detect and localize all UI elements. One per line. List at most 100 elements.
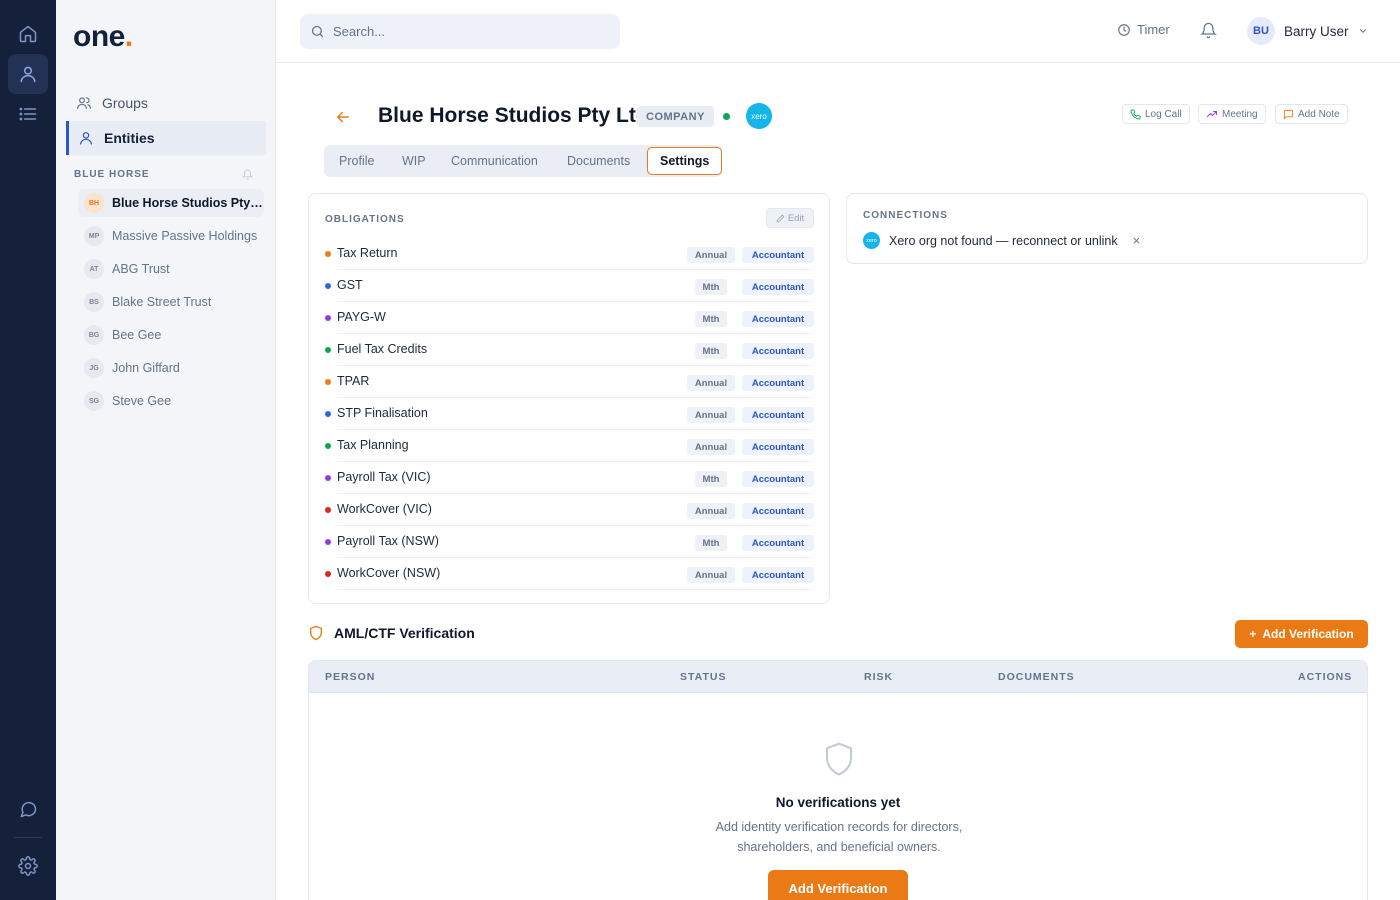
xero-logo-icon[interactable]: xero bbox=[746, 103, 772, 129]
obligation-color-dot bbox=[325, 571, 331, 577]
entity-item[interactable]: BG Bee Gee bbox=[78, 321, 264, 349]
obligation-name: Payroll Tax (VIC) bbox=[337, 470, 431, 484]
page-title: Blue Horse Studios Pty Ltd bbox=[378, 104, 649, 127]
assignee-role-badge: Accountant bbox=[742, 439, 814, 455]
close-icon[interactable]: × bbox=[1133, 233, 1141, 248]
back-arrow-icon[interactable] bbox=[334, 108, 352, 126]
obligation-row[interactable]: PAYG-W Mth Accountant bbox=[325, 302, 814, 334]
assignee-role-badge: Accountant bbox=[742, 311, 814, 327]
sidebar-item-entities[interactable]: Entities bbox=[66, 121, 266, 155]
add-verification-button[interactable]: + Add Verification bbox=[1235, 620, 1368, 648]
assignee-role-badge: Accountant bbox=[742, 279, 814, 295]
log-call-button[interactable]: Log Call bbox=[1122, 104, 1190, 124]
frequency-badge: Annual bbox=[687, 503, 735, 519]
column-header-person[interactable]: PERSON bbox=[325, 671, 375, 683]
tab-communication[interactable]: Communication bbox=[451, 145, 538, 177]
obligation-color-dot bbox=[325, 283, 331, 289]
add-note-button[interactable]: Add Note bbox=[1275, 104, 1348, 124]
obligation-row[interactable]: Payroll Tax (NSW) Mth Accountant bbox=[325, 526, 814, 558]
entities-rail-button[interactable] bbox=[8, 54, 48, 94]
edit-obligations-button[interactable]: Edit bbox=[766, 208, 814, 228]
obligations-title: OBLIGATIONS bbox=[325, 214, 405, 225]
assignee-role-badge: Accountant bbox=[742, 471, 814, 487]
empty-add-verification-button[interactable]: Add Verification bbox=[768, 870, 908, 900]
connections-title: CONNECTIONS bbox=[863, 210, 948, 221]
log-call-label: Log Call bbox=[1145, 108, 1182, 120]
column-header-risk[interactable]: RISK bbox=[864, 671, 893, 683]
edit-label: Edit bbox=[787, 212, 805, 224]
obligation-row[interactable]: WorkCover (NSW) Annual Accountant bbox=[325, 558, 814, 590]
bell-icon[interactable] bbox=[242, 169, 253, 180]
settings-rail-button[interactable] bbox=[8, 846, 48, 886]
list-rail-button[interactable] bbox=[8, 94, 48, 134]
obligation-color-dot bbox=[325, 507, 331, 513]
obligation-name: Fuel Tax Credits bbox=[337, 342, 428, 356]
obligation-color-dot bbox=[325, 539, 331, 545]
avatar: BU bbox=[1247, 17, 1275, 45]
obligation-row[interactable]: Fuel Tax Credits Mth Accountant bbox=[325, 334, 814, 366]
sidebar-item-groups[interactable]: Groups bbox=[66, 86, 266, 120]
user-menu[interactable]: BU Barry User bbox=[1247, 17, 1368, 45]
table-header: PERSON STATUS RISK DOCUMENTS ACTIONS bbox=[309, 661, 1367, 693]
obligation-name: Payroll Tax (NSW) bbox=[337, 534, 439, 548]
entity-item[interactable]: SG Steve Gee bbox=[78, 387, 264, 415]
frequency-badge: Mth bbox=[695, 343, 727, 359]
obligation-name: PAYG-W bbox=[337, 310, 386, 324]
entity-name: Blue Horse Studios Pty Ltd bbox=[112, 196, 264, 210]
entity-tabs: Profile WIP Communication Documents Sett… bbox=[324, 145, 723, 177]
obligation-name: Tax Planning bbox=[337, 438, 409, 452]
entity-avatar: MP bbox=[84, 226, 104, 246]
app-logo[interactable]: one. bbox=[73, 20, 133, 54]
assignee-role-badge: Accountant bbox=[742, 375, 814, 391]
home-rail-button[interactable] bbox=[8, 14, 48, 54]
connections-card: CONNECTIONS xero Xero org not found — re… bbox=[846, 193, 1368, 264]
chat-icon bbox=[18, 799, 38, 819]
obligation-color-dot bbox=[325, 475, 331, 481]
obligation-row[interactable]: WorkCover (VIC) Annual Accountant bbox=[325, 494, 814, 526]
obligation-row[interactable]: TPAR Annual Accountant bbox=[325, 366, 814, 398]
list-icon bbox=[18, 104, 38, 124]
clock-icon bbox=[1117, 23, 1131, 37]
trending-icon bbox=[1206, 108, 1218, 120]
assignee-role-badge: Accountant bbox=[742, 247, 814, 263]
frequency-badge: Mth bbox=[695, 535, 727, 551]
tab-wip[interactable]: WIP bbox=[402, 145, 426, 177]
tab-settings[interactable]: Settings bbox=[647, 147, 723, 175]
entity-avatar: BS bbox=[84, 292, 104, 312]
tab-documents[interactable]: Documents bbox=[567, 145, 630, 177]
entity-item[interactable]: AT ABG Trust bbox=[78, 255, 264, 283]
aml-section-title: AML/CTF Verification bbox=[308, 625, 475, 641]
assignee-role-badge: Accountant bbox=[742, 535, 814, 551]
meeting-button[interactable]: Meeting bbox=[1198, 104, 1266, 124]
home-icon bbox=[18, 24, 38, 44]
search-box[interactable] bbox=[300, 14, 620, 49]
entity-item[interactable]: BS Blake Street Trust bbox=[78, 288, 264, 316]
settings-icon bbox=[18, 856, 38, 876]
xero-connection-row: xero Xero org not found — reconnect or u… bbox=[863, 232, 1140, 249]
obligation-row[interactable]: STP Finalisation Annual Accountant bbox=[325, 398, 814, 430]
entity-item[interactable]: MP Massive Passive Holdings bbox=[78, 222, 264, 250]
column-header-status[interactable]: STATUS bbox=[680, 671, 726, 683]
chevron-down-icon bbox=[1358, 26, 1368, 36]
timer-button[interactable]: Timer bbox=[1117, 22, 1170, 37]
column-header-documents[interactable]: DOCUMENTS bbox=[998, 671, 1075, 683]
logo-text: one bbox=[73, 20, 125, 53]
column-header-actions[interactable]: ACTIONS bbox=[1298, 671, 1352, 683]
chat-rail-button[interactable] bbox=[8, 789, 48, 829]
entity-item[interactable]: JG John Giffard bbox=[78, 354, 264, 382]
entity-item[interactable]: BH Blue Horse Studios Pty Ltd bbox=[78, 189, 264, 217]
search-input[interactable] bbox=[333, 24, 603, 39]
assignee-role-badge: Accountant bbox=[742, 503, 814, 519]
notifications-bell-icon[interactable] bbox=[1200, 22, 1217, 39]
shield-icon bbox=[308, 625, 324, 641]
timer-label: Timer bbox=[1137, 22, 1170, 37]
add-note-label: Add Note bbox=[1298, 108, 1340, 120]
obligation-row[interactable]: GST Mth Accountant bbox=[325, 270, 814, 302]
obligation-row[interactable]: Payroll Tax (VIC) Mth Accountant bbox=[325, 462, 814, 494]
obligation-name: Tax Return bbox=[337, 246, 398, 260]
add-verification-label: Add Verification bbox=[1262, 627, 1354, 641]
obligation-row[interactable]: Tax Return Annual Accountant bbox=[325, 238, 814, 270]
entity-name: Blake Street Trust bbox=[112, 295, 212, 309]
obligation-row[interactable]: Tax Planning Annual Accountant bbox=[325, 430, 814, 462]
tab-profile[interactable]: Profile bbox=[339, 145, 374, 177]
